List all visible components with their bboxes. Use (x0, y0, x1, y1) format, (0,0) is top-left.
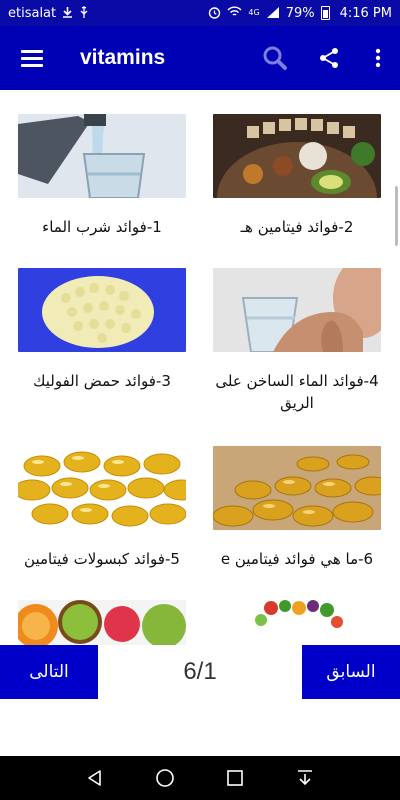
next-button[interactable]: التالى (0, 645, 98, 699)
share-icon[interactable] (302, 26, 356, 90)
network-type-label: 4G (248, 8, 260, 17)
signal-icon (266, 6, 280, 21)
list-item[interactable]: 1-فوائد شرب الماء (18, 114, 186, 238)
notification-pull-icon[interactable] (285, 758, 325, 798)
app-bar: vitamins (0, 26, 400, 90)
item-label: 4-فوائد الماء الساخن على الريق (215, 372, 379, 412)
folic-acid-pills-image (18, 268, 186, 352)
list-item[interactable]: 6-ما هي فوائد فيتامين e (213, 446, 381, 570)
items-grid[interactable]: 1-فوائد شرب الماء 2-فوائد فيتامين هـ 3-ف… (0, 90, 400, 645)
wifi-icon (227, 6, 242, 20)
clock: 4:16 PM (339, 5, 392, 21)
scrollbar[interactable] (395, 186, 398, 246)
item-label: 5-فوائد كبسولات فيتامين (24, 550, 180, 568)
alarm-icon (208, 6, 221, 21)
battery-icon (320, 6, 330, 20)
status-bar: etisalat 4G 79% 4:16 PM (0, 0, 400, 26)
item-label: 3-فوائد حمض الفوليك (33, 372, 171, 390)
app-title: vitamins (80, 46, 166, 69)
list-item[interactable]: 3-فوائد حمض الفوليك (18, 268, 186, 392)
search-icon[interactable] (248, 26, 302, 90)
item-label: 6-ما هي فوائد فيتامين e (220, 550, 374, 568)
back-icon[interactable] (75, 758, 115, 798)
man-drinking-water-image (213, 268, 381, 352)
page-indicator: 6/1 (183, 658, 217, 685)
battery-percent: 79% (285, 5, 315, 21)
home-icon[interactable] (145, 758, 185, 798)
carrier-label: etisalat (8, 5, 57, 21)
vitamin-e-foods-image (213, 114, 381, 198)
vitamin-e-capsules-image (213, 446, 381, 530)
list-item[interactable] (213, 600, 381, 645)
list-item[interactable] (18, 600, 186, 645)
recents-icon[interactable] (215, 758, 255, 798)
item-label: 2-فوائد فيتامين هـ (240, 218, 354, 236)
system-navigation-bar (0, 756, 400, 800)
list-item[interactable]: 2-فوائد فيتامين هـ (213, 114, 381, 238)
vegetables-image (213, 600, 381, 645)
usb-icon (79, 5, 89, 21)
list-item[interactable]: 5-فوائد كبسولات فيتامين (18, 446, 186, 570)
download-icon (62, 6, 73, 20)
fruits-image (18, 600, 186, 645)
list-item[interactable]: 4-فوائد الماء الساخن على الريق (213, 268, 381, 414)
water-pour-image (18, 114, 186, 198)
previous-button[interactable]: السابق (302, 645, 400, 699)
menu-icon[interactable] (0, 26, 64, 90)
more-vert-icon[interactable] (356, 26, 400, 90)
item-label: 1-فوائد شرب الماء (42, 218, 162, 236)
pager: التالى 6/1 السابق (0, 645, 400, 699)
vitamin-capsules-image (18, 446, 186, 530)
